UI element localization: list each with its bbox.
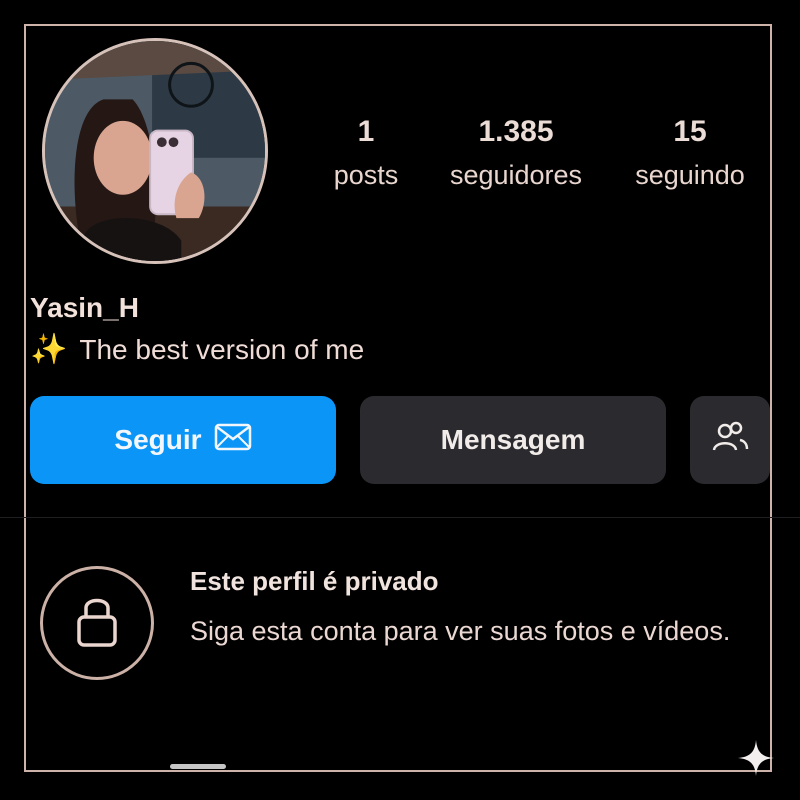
stat-following[interactable]: 15 seguindo xyxy=(624,114,756,192)
private-title: Este perfil é privado xyxy=(190,566,439,596)
message-label: Mensagem xyxy=(440,424,586,455)
followers-count: 1.385 xyxy=(478,115,554,148)
sparkles-emoji: ✨ xyxy=(30,333,68,366)
followers-label: seguidores xyxy=(449,160,583,190)
private-description: Siga esta conta para ver suas fotos e ví… xyxy=(190,616,731,646)
message-button[interactable]: Mensagem xyxy=(360,396,666,484)
bio: ✨ The best version of me xyxy=(30,332,364,367)
people-icon xyxy=(711,420,749,461)
sparkle-icon xyxy=(738,740,774,776)
suggested-people-button[interactable] xyxy=(690,396,770,484)
posts-count: 1 xyxy=(357,115,375,148)
follow-label: Seguir xyxy=(114,424,202,455)
stat-posts[interactable]: 1 posts xyxy=(330,114,402,192)
username: Yasin_H xyxy=(30,292,139,323)
bio-text: The best version of me xyxy=(79,333,365,365)
envelope-icon xyxy=(214,423,252,458)
stat-followers[interactable]: 1.385 seguidores xyxy=(438,114,594,192)
following-count: 15 xyxy=(673,115,707,148)
avatar[interactable] xyxy=(42,38,268,264)
following-label: seguindo xyxy=(635,160,745,190)
private-lock-circle xyxy=(40,566,154,680)
follow-button[interactable]: Seguir xyxy=(30,396,336,484)
section-divider xyxy=(0,517,800,518)
posts-label: posts xyxy=(333,160,399,190)
lock-icon xyxy=(74,593,120,654)
scroll-indicator xyxy=(170,764,226,769)
